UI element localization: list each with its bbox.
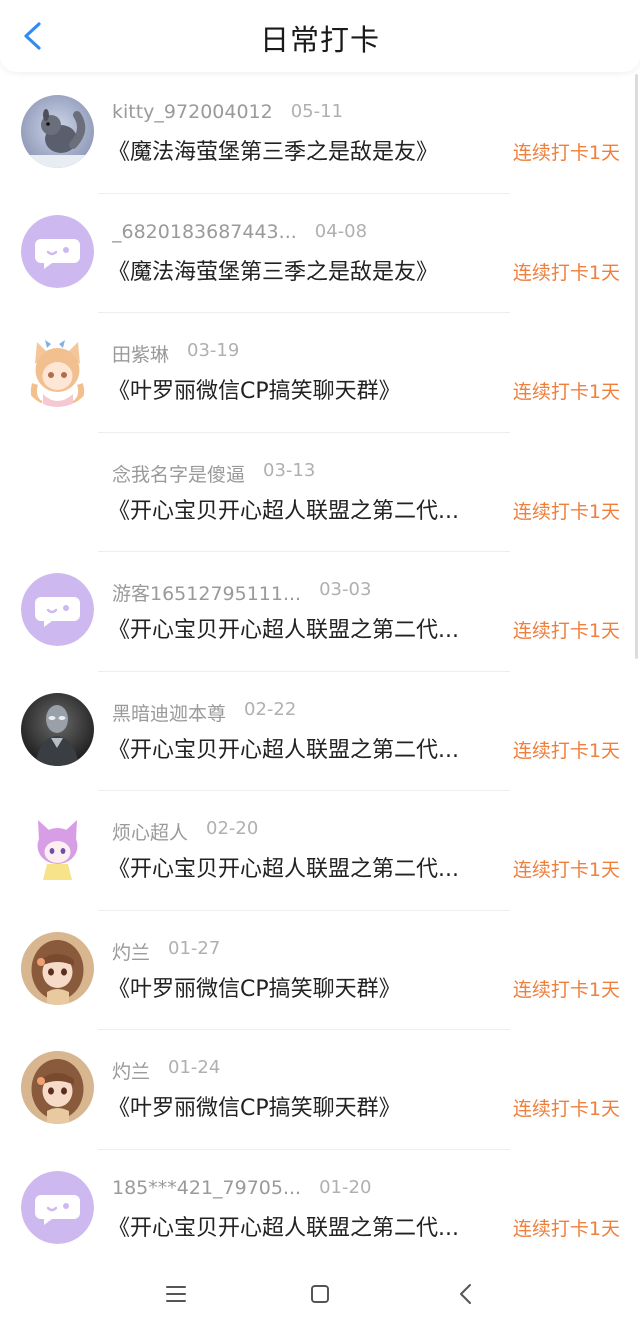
username[interactable]: 烦心超人 bbox=[112, 818, 188, 845]
avatar-empty[interactable] bbox=[21, 454, 94, 527]
avatar-anime-girl[interactable] bbox=[21, 1051, 94, 1124]
avatar-purple-chibi[interactable] bbox=[21, 812, 94, 885]
default-avatar-icon[interactable] bbox=[21, 1170, 94, 1244]
list-item[interactable]: 烦心超人 02-20 《开心宝贝开心超人联盟之第二代... 连续打卡1天 bbox=[0, 791, 640, 911]
scrollbar[interactable] bbox=[635, 74, 638, 659]
avatar-squirrel[interactable] bbox=[21, 95, 94, 168]
system-navbar bbox=[0, 1256, 640, 1332]
checkin-date: 05-11 bbox=[290, 101, 344, 122]
group-name[interactable]: 《魔法海萤堡第三季之是敌是友》 bbox=[108, 254, 498, 286]
group-name[interactable]: 《魔法海萤堡第三季之是敌是友》 bbox=[108, 134, 498, 166]
group-name[interactable]: 《开心宝贝开心超人联盟之第二代... bbox=[108, 1210, 498, 1242]
checkin-date: 03-13 bbox=[263, 459, 316, 481]
list-item[interactable]: 游客16512795111... 03-03 《开心宝贝开心超人联盟之第二代...… bbox=[0, 552, 640, 672]
avatar-dark-hero[interactable] bbox=[21, 692, 94, 766]
checkin-date: 04-08 bbox=[314, 220, 368, 242]
streak-label: 连续打卡1天 bbox=[512, 142, 620, 164]
list-item[interactable]: 185***421_79705... 01-20 《开心宝贝开心超人联盟之第二代.… bbox=[0, 1150, 640, 1269]
streak-label: 连续打卡1天 bbox=[512, 1098, 620, 1120]
group-name[interactable]: 《叶罗丽微信CP搞笑聊天群》 bbox=[108, 971, 498, 1003]
username[interactable]: _6820183687443... bbox=[112, 221, 297, 243]
checkin-date: 03-03 bbox=[319, 579, 372, 600]
streak-label: 连续打卡1天 bbox=[512, 859, 620, 881]
home-square-icon[interactable] bbox=[302, 1276, 338, 1312]
page-title: 日常打卡 bbox=[259, 23, 380, 57]
default-avatar-icon[interactable] bbox=[21, 214, 94, 288]
back-triangle-icon[interactable] bbox=[448, 1276, 484, 1312]
checkin-date: 02-20 bbox=[206, 818, 259, 839]
checkin-date: 01-20 bbox=[319, 1176, 372, 1198]
checkin-date: 03-19 bbox=[187, 340, 240, 361]
streak-label: 连续打卡1天 bbox=[512, 978, 620, 1001]
checkin-date: 02-22 bbox=[244, 698, 297, 720]
group-name[interactable]: 《叶罗丽微信CP搞笑聊天群》 bbox=[108, 1090, 498, 1122]
default-avatar-icon[interactable] bbox=[21, 573, 94, 646]
list-item[interactable]: kitty_972004012 05-11 《魔法海萤堡第三季之是敌是友》 连续打… bbox=[0, 74, 640, 194]
username[interactable]: 念我名字是傻逼 bbox=[112, 460, 245, 487]
avatar-anime-girl[interactable] bbox=[21, 931, 94, 1005]
group-name[interactable]: 《开心宝贝开心超人联盟之第二代... bbox=[108, 732, 498, 764]
group-name[interactable]: 《叶罗丽微信CP搞笑聊天群》 bbox=[108, 373, 498, 405]
checkin-list: kitty_972004012 05-11 《魔法海萤堡第三季之是敌是友》 连续打… bbox=[0, 74, 640, 1269]
streak-label: 连续打卡1天 bbox=[512, 261, 620, 284]
menu-icon[interactable] bbox=[158, 1276, 194, 1312]
username[interactable]: 黑暗迪迦本尊 bbox=[112, 699, 226, 726]
streak-label: 连续打卡1天 bbox=[512, 500, 620, 523]
streak-label: 连续打卡1天 bbox=[512, 739, 620, 762]
username[interactable]: 游客16512795111... bbox=[112, 579, 301, 606]
top-bar: 日常打卡 bbox=[0, 0, 640, 72]
group-name[interactable]: 《开心宝贝开心超人联盟之第二代... bbox=[108, 612, 498, 644]
checkin-date: 01-24 bbox=[168, 1057, 221, 1078]
streak-label: 连续打卡1天 bbox=[512, 1217, 620, 1240]
list-item[interactable]: 田紫琳 03-19 《叶罗丽微信CP搞笑聊天群》 连续打卡1天 bbox=[0, 313, 640, 433]
group-name[interactable]: 《开心宝贝开心超人联盟之第二代... bbox=[108, 851, 498, 883]
username[interactable]: kitty_972004012 bbox=[112, 101, 273, 123]
streak-label: 连续打卡1天 bbox=[512, 620, 620, 642]
username[interactable]: 田紫琳 bbox=[112, 340, 169, 367]
streak-label: 连续打卡1天 bbox=[512, 381, 620, 403]
avatar-anime-cat-girl[interactable] bbox=[21, 334, 94, 407]
username[interactable]: 灼兰 bbox=[112, 1057, 150, 1084]
username[interactable]: 185***421_79705... bbox=[112, 1177, 301, 1199]
checkin-date: 01-27 bbox=[168, 937, 221, 959]
list-item[interactable]: 灼兰 01-27 《叶罗丽微信CP搞笑聊天群》 连续打卡1天 bbox=[0, 911, 640, 1030]
list-item[interactable]: _6820183687443... 04-08 《魔法海萤堡第三季之是敌是友》 连… bbox=[0, 194, 640, 313]
username[interactable]: 灼兰 bbox=[112, 938, 150, 965]
group-name[interactable]: 《开心宝贝开心超人联盟之第二代... bbox=[108, 493, 498, 525]
list-item[interactable]: 灼兰 01-24 《叶罗丽微信CP搞笑聊天群》 连续打卡1天 bbox=[0, 1030, 640, 1150]
list-item[interactable]: 念我名字是傻逼 03-13 《开心宝贝开心超人联盟之第二代... 连续打卡1天 bbox=[0, 433, 640, 552]
list-item[interactable]: 黑暗迪迦本尊 02-22 《开心宝贝开心超人联盟之第二代... 连续打卡1天 bbox=[0, 672, 640, 791]
